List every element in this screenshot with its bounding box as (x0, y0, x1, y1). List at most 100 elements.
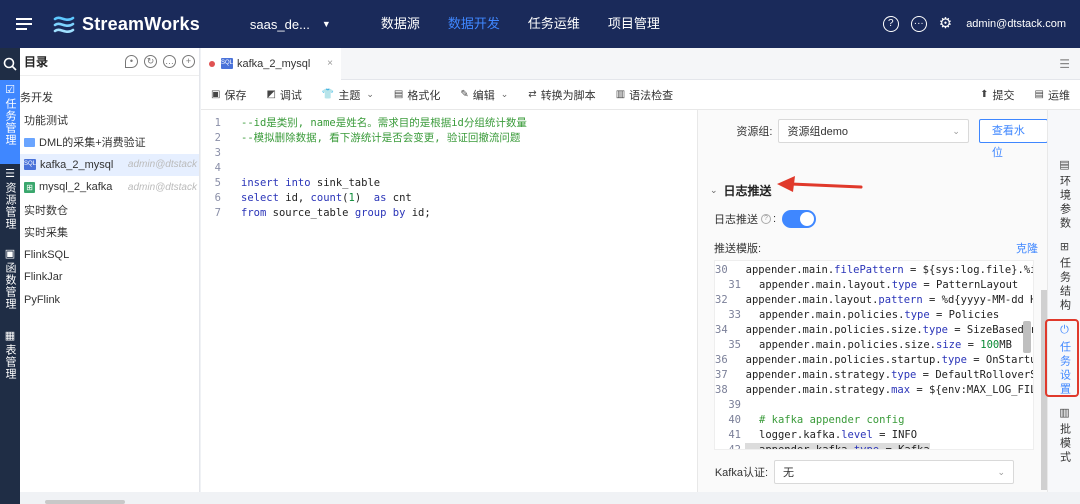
chevron-down-icon: ⌄ (500, 89, 509, 99)
log-push-section-header[interactable]: ⌄ 日志推送 (710, 182, 772, 199)
template-scrollbar[interactable] (1023, 321, 1031, 353)
template-line: 31 appender.main.layout.type = PatternLay… (715, 278, 1033, 293)
ops-label: 运维 (1048, 89, 1070, 102)
project-name: saas_de... (249, 16, 310, 32)
tree-item[interactable]: FlinkSQL (20, 244, 199, 267)
tab-env-params[interactable]: ▤ 环境参数 (1048, 158, 1080, 231)
more-icon[interactable]: … (163, 55, 176, 68)
tab-list-icon[interactable]: ☰ (1059, 57, 1070, 71)
nav-item[interactable]: 数据开发 (434, 0, 514, 48)
unsaved-dot-icon (209, 60, 215, 67)
hamburger-menu-icon[interactable] (0, 0, 48, 48)
view-watermark-button[interactable]: 查看水位 (978, 119, 1048, 159)
log-push-section-title: 日志推送 (723, 184, 772, 198)
streamworks-logo-icon (53, 16, 75, 33)
rail-item-table-management[interactable]: ▦ 表管理 (0, 326, 20, 386)
format-button[interactable]: ▤ 格式化 (394, 87, 440, 103)
ops-button[interactable]: ▤ 运维 (1035, 87, 1070, 103)
template-code-text: appender.main.layout.type = PatternLayou… (759, 279, 1019, 291)
log-push-toggle-row: 日志推送 ? : (714, 210, 817, 228)
save-icon: ▣ (211, 89, 221, 100)
user-account[interactable]: admin@dtstack.com (966, 18, 1066, 30)
tree-item[interactable]: PyFlink (20, 289, 199, 312)
refresh-icon[interactable]: ↻ (144, 55, 157, 68)
tab-batch-mode[interactable]: ▥ 批模式 (1048, 406, 1080, 465)
save-button[interactable]: ▣ 保存 (211, 87, 246, 103)
template-code-text (745, 398, 759, 413)
edit-icon: ✎ (460, 89, 469, 100)
line-number: 38 (715, 384, 728, 396)
kafka-auth-select[interactable]: 无 ⌄ (774, 460, 1014, 484)
rail-item-function-management[interactable]: ▣ 函数管理 (0, 244, 20, 326)
project-selector[interactable]: saas_de... ▼ (250, 17, 331, 32)
rail-search[interactable] (0, 48, 20, 80)
nav-item[interactable]: 任务运维 (514, 0, 594, 48)
tree-item[interactable]: 实时采集 (20, 221, 199, 244)
tree-item[interactable]: DML的采集+消费验证 (20, 131, 199, 154)
code-text: from source_table group by id; (241, 207, 431, 219)
sync-task-icon: ⊞ (24, 181, 35, 193)
sql-file-icon: SQL (221, 58, 233, 69)
line-number: 34 (715, 324, 728, 336)
code-line: 1 --id是类别, name是姓名。需求目的是根据id分组统计数量 (201, 116, 697, 131)
code-line: 3 (201, 146, 697, 161)
debug-button[interactable]: ◩ 调试 (266, 87, 301, 103)
template-code-lines: 30 appender.main.filePattern = ${sys:log.… (715, 263, 1033, 449)
close-icon[interactable]: × (327, 58, 333, 69)
theme-dropdown[interactable]: 👕 主题 ⌄ (322, 87, 374, 103)
directory-list: 务开发 功能测试 DML的采集+消费验证 SQL kafka_2_mysql admin@… (20, 76, 199, 311)
tree-item[interactable]: SQL kafka_2_mysql admin@dtstack (20, 153, 199, 176)
tree-item-label: PyFlink (24, 293, 61, 306)
edit-dropdown[interactable]: ✎ 编辑 ⌄ (460, 87, 508, 103)
nav-item[interactable]: 数据源 (367, 0, 434, 48)
convert-label: 转换为脚本 (540, 89, 596, 102)
tab-task-structure[interactable]: ⊞ 任务结构 (1048, 240, 1080, 313)
template-code-text: appender.main.policies.size.type = SizeB… (745, 324, 1034, 336)
resource-group-label: 资源组: (736, 126, 773, 138)
code-text: --模拟删除数据, 看下游统计是否会变更, 验证回撤流问题 (241, 132, 521, 144)
tree-item-owner: admin@dtstack (127, 181, 197, 193)
help-icon[interactable]: ? (882, 16, 899, 32)
gear-icon[interactable]: ⚙ (939, 16, 952, 32)
sql-code-editor[interactable]: 1 --id是类别, name是姓名。需求目的是根据id分组统计数量 2 --模拟删除… (201, 110, 697, 492)
line-number: 39 (728, 399, 741, 411)
locate-icon[interactable]: • (125, 55, 138, 68)
log-push-switch[interactable] (782, 210, 817, 228)
horizontal-scrollbar[interactable] (45, 500, 125, 504)
syntax-check-button[interactable]: ▥ 语法检查 (616, 87, 673, 103)
tree-item-owner: admin@dtstack (127, 159, 197, 171)
question-icon[interactable]: ? (761, 214, 771, 224)
resource-group-value: 资源组demo (787, 126, 848, 138)
template-code-text: logger.kafka.level = INFO (759, 429, 918, 441)
template-code-text: # kafka appender config (759, 414, 905, 426)
tree-item[interactable]: 务开发 (20, 86, 199, 109)
rail-item-task-management[interactable]: ☑ 任务管理 (0, 80, 20, 164)
tree-item[interactable]: FlinkJar (20, 266, 199, 289)
tree-item[interactable]: 实时数仓 (20, 199, 199, 222)
template-line: 35 appender.main.policies.size.size = 100… (715, 338, 1033, 353)
submit-button[interactable]: ⬆ 提交 (980, 87, 1014, 103)
convert-to-script-button[interactable]: ⇄ 转换为脚本 (528, 87, 595, 103)
template-line: 30 appender.main.filePattern = ${sys:log.… (715, 263, 1033, 278)
search-icon (3, 57, 17, 71)
nav-item[interactable]: 项目管理 (594, 0, 674, 48)
message-icon[interactable]: ··· (910, 16, 927, 32)
push-template-editor[interactable]: 30 appender.main.filePattern = ${sys:log.… (714, 260, 1034, 450)
line-number: 2 (214, 132, 221, 144)
clone-template-link[interactable]: 克隆 (1016, 240, 1038, 256)
template-line: 34 appender.main.policies.size.type = Siz… (715, 323, 1033, 338)
tree-item-label: 实时数仓 (24, 204, 68, 217)
tree-item[interactable]: 功能测试 (20, 109, 199, 132)
add-icon[interactable]: + (182, 55, 195, 68)
brand[interactable]: StreamWorks (52, 0, 200, 48)
annotation-highlight-frame (1045, 319, 1079, 397)
line-number: 37 (715, 369, 728, 381)
resource-group-select[interactable]: 资源组demo ⌄ (778, 119, 969, 143)
function-icon: ▣ (4, 248, 16, 260)
rail-item-resource-management[interactable]: ☰ 资源管理 (0, 164, 20, 244)
structure-icon: ⊞ (1059, 241, 1070, 253)
tab-kafka-2-mysql[interactable]: SQL kafka_2_mysql × (201, 47, 341, 80)
tree-item[interactable]: ⊞ mysql_2_kafka admin@dtstack (20, 176, 199, 199)
template-line: 42 appender.kafka.type = Kafka (715, 443, 1033, 449)
